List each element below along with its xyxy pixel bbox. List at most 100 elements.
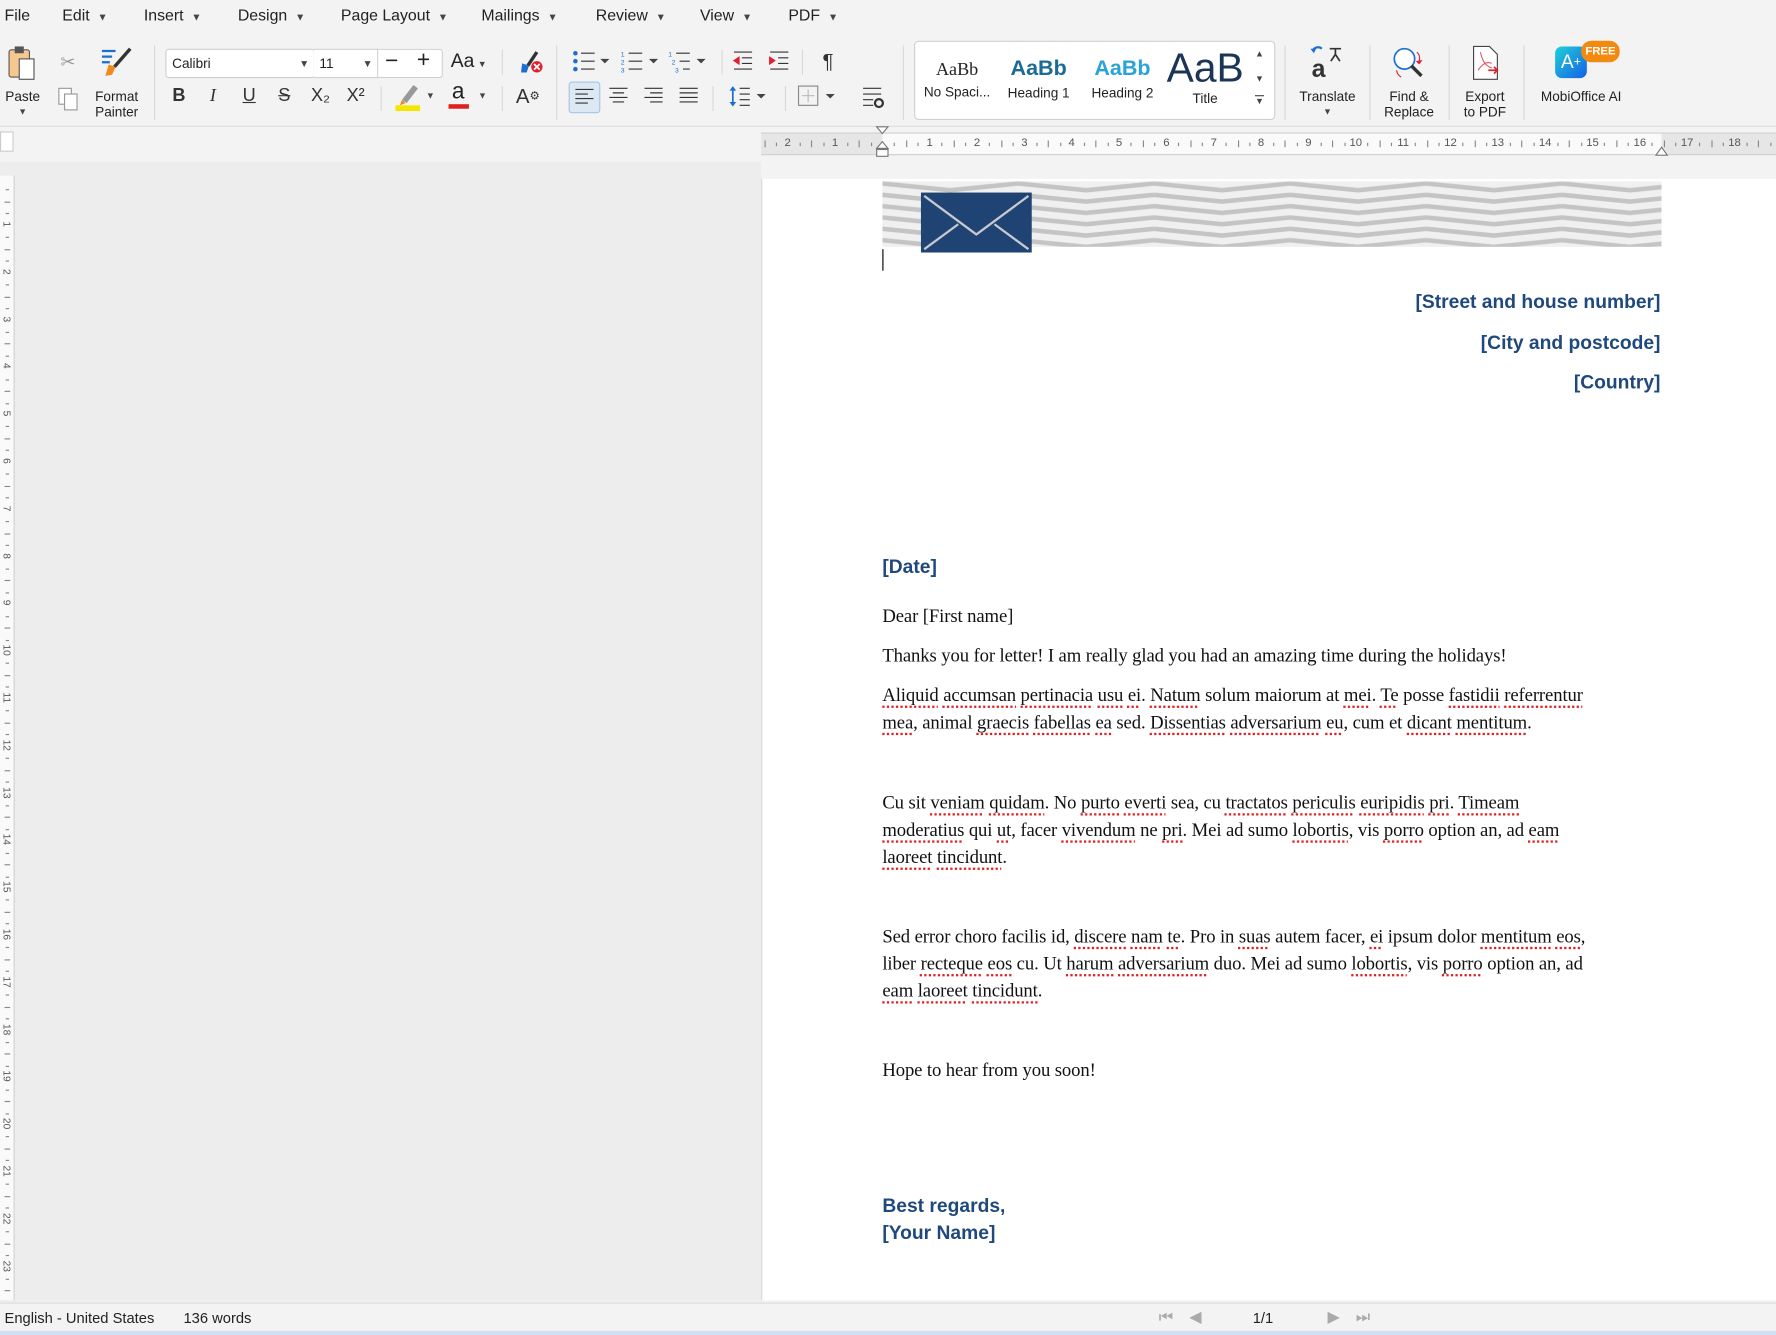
misspelled-word[interactable]: laoreet bbox=[918, 980, 968, 1002]
address-street[interactable]: [Street and house number] bbox=[1415, 291, 1660, 314]
translate-button[interactable]: a Translate ▼ bbox=[1293, 43, 1361, 118]
paragraph-line[interactable]: liber recteque eos cu. Ut harum adversar… bbox=[882, 953, 1583, 976]
find-replace-button[interactable]: Find & Replace bbox=[1376, 43, 1442, 120]
mobioffice-ai-button[interactable]: A + FREE MobiOffice AI bbox=[1532, 40, 1629, 118]
misspelled-word[interactable]: suas bbox=[1239, 925, 1271, 947]
misspelled-word[interactable]: adversarium bbox=[1118, 953, 1209, 975]
misspelled-word[interactable]: te bbox=[1167, 925, 1180, 947]
borders-icon[interactable] bbox=[797, 85, 838, 108]
paragraph-line[interactable]: moderatius qui ut, facer vivendum ne pri… bbox=[882, 819, 1559, 842]
misspelled-word[interactable]: eos bbox=[988, 953, 1013, 975]
expand-gallery-icon[interactable]: ▼ bbox=[1255, 96, 1264, 106]
word-count[interactable]: 136 words bbox=[183, 1309, 251, 1326]
misspelled-word[interactable]: ei bbox=[1370, 925, 1383, 947]
misspelled-word[interactable]: adversarium bbox=[1230, 711, 1321, 733]
scroll-up-icon[interactable]: ▲ bbox=[1255, 49, 1264, 59]
paragraph-line[interactable]: laoreet tincidunt. bbox=[882, 846, 1007, 869]
misspelled-word[interactable]: vivendum bbox=[1062, 819, 1136, 841]
misspelled-word[interactable]: eam bbox=[1529, 819, 1560, 841]
misspelled-word[interactable]: purto bbox=[1081, 792, 1120, 814]
scroll-down-icon[interactable]: ▼ bbox=[1255, 74, 1264, 84]
closing-line[interactable]: Hope to hear from you soon! bbox=[882, 1059, 1095, 1082]
copy-icon[interactable] bbox=[58, 87, 81, 112]
misspelled-word[interactable]: tractatos bbox=[1225, 792, 1287, 814]
misspelled-word[interactable]: porro bbox=[1443, 953, 1483, 975]
strikethrough-button[interactable]: S bbox=[273, 84, 296, 109]
align-center-icon[interactable] bbox=[608, 87, 628, 105]
justify-icon[interactable] bbox=[678, 87, 698, 105]
language-indicator[interactable]: English - United States bbox=[5, 1309, 155, 1326]
character-styles-icon[interactable]: A ⚙ bbox=[515, 84, 540, 109]
paragraph-line[interactable]: Sed error choro facilis id, discere nam … bbox=[882, 925, 1585, 948]
misspelled-word[interactable]: laoreet bbox=[882, 846, 932, 868]
greeting[interactable]: Dear [First name] bbox=[882, 605, 1013, 628]
misspelled-word[interactable]: euripidis bbox=[1360, 792, 1424, 814]
line-spacing-icon[interactable] bbox=[728, 85, 769, 108]
menu-insert[interactable]: Insert ▼ bbox=[144, 6, 202, 24]
export-pdf-button[interactable]: Export to PDF bbox=[1455, 43, 1514, 120]
right-indent-marker-icon[interactable] bbox=[1654, 144, 1669, 158]
menu-edit[interactable]: Edit ▼ bbox=[62, 6, 107, 24]
menu-review[interactable]: Review ▼ bbox=[596, 6, 666, 24]
paragraph-line[interactable]: Aliquid accumsan pertinacia usu ei. Natu… bbox=[882, 684, 1583, 707]
italic-button[interactable]: I bbox=[202, 84, 225, 109]
bullet-list-icon[interactable] bbox=[572, 50, 613, 73]
misspelled-word[interactable]: usu bbox=[1098, 684, 1124, 706]
change-case-button[interactable]: Aa ▼ bbox=[451, 50, 487, 73]
font-color-button[interactable]: a ▼ bbox=[448, 79, 494, 111]
misspelled-word[interactable]: quidam bbox=[989, 792, 1045, 814]
paragraph-line[interactable]: mea, animal graecis fabellas ea sed. Dis… bbox=[882, 711, 1531, 734]
regards[interactable]: Best regards, bbox=[882, 1195, 1005, 1218]
clear-formatting-icon[interactable] bbox=[519, 50, 546, 75]
misspelled-word[interactable]: porro bbox=[1384, 819, 1424, 841]
style-heading-2[interactable]: AaBb Heading 2 bbox=[1085, 57, 1160, 101]
format-painter-button[interactable]: Format Painter bbox=[93, 43, 141, 120]
previous-page-icon[interactable]: ◀ bbox=[1189, 1307, 1201, 1326]
misspelled-word[interactable]: mea bbox=[882, 711, 913, 733]
menu-file[interactable]: File bbox=[5, 6, 31, 24]
style-no-spacing[interactable]: AaBb No Spaci... bbox=[920, 60, 995, 100]
decrease-indent-icon[interactable] bbox=[732, 50, 755, 73]
menu-view[interactable]: View ▼ bbox=[700, 6, 752, 24]
font-family-select[interactable]: Calibri ▼ bbox=[165, 48, 315, 79]
date-field[interactable]: [Date] bbox=[882, 556, 937, 579]
align-right-icon[interactable] bbox=[643, 87, 663, 105]
misspelled-word[interactable]: ei bbox=[1128, 684, 1141, 706]
decrease-font-icon[interactable]: − bbox=[385, 49, 398, 75]
misspelled-word[interactable]: pertinacia bbox=[1021, 684, 1094, 706]
misspelled-word[interactable]: accumsan bbox=[943, 684, 1016, 706]
misspelled-word[interactable]: eam bbox=[882, 980, 913, 1002]
misspelled-word[interactable]: lobortis bbox=[1293, 819, 1349, 841]
misspelled-word[interactable]: ea bbox=[1095, 711, 1111, 733]
menu-page-layout[interactable]: Page Layout ▼ bbox=[341, 6, 448, 24]
multilevel-list-icon[interactable]: 123 bbox=[668, 50, 709, 73]
misspelled-word[interactable]: mei bbox=[1344, 684, 1372, 706]
misspelled-word[interactable]: Timeam bbox=[1458, 792, 1519, 814]
misspelled-word[interactable]: dicant bbox=[1407, 711, 1452, 733]
misspelled-word[interactable]: ut bbox=[997, 819, 1011, 841]
cut-icon[interactable]: ✂ bbox=[57, 51, 80, 74]
address-country[interactable]: [Country] bbox=[1574, 372, 1661, 395]
misspelled-word[interactable]: recteque bbox=[921, 953, 983, 975]
misspelled-word[interactable]: eos bbox=[1556, 925, 1581, 947]
bold-button[interactable]: B bbox=[168, 84, 191, 109]
misspelled-word[interactable]: fabellas bbox=[1034, 711, 1091, 733]
misspelled-word[interactable]: graecis bbox=[977, 711, 1029, 733]
increase-indent-icon[interactable] bbox=[768, 50, 791, 73]
misspelled-word[interactable]: pri bbox=[1162, 819, 1183, 841]
paste-button[interactable]: Paste ▼ bbox=[5, 43, 41, 117]
intro-paragraph[interactable]: Thanks you for letter! I am really glad … bbox=[882, 644, 1506, 667]
increase-font-icon[interactable]: + bbox=[417, 48, 430, 74]
paragraph-settings-icon[interactable] bbox=[862, 86, 885, 109]
menu-mailings[interactable]: Mailings ▼ bbox=[481, 6, 557, 24]
paragraph-line[interactable]: Cu sit veniam quidam. No purto everti se… bbox=[882, 792, 1519, 815]
misspelled-word[interactable]: tincidunt bbox=[972, 980, 1038, 1002]
last-page-icon[interactable]: ⏭ bbox=[1356, 1307, 1370, 1326]
misspelled-word[interactable]: lobortis bbox=[1351, 953, 1407, 975]
horizontal-ruler[interactable]: 2 1 1 2 3 4 5 6 7 8 9 10 11 12 13 14 15 16 17 18 bbox=[761, 132, 1776, 156]
misspelled-word[interactable]: Dissentias bbox=[1150, 711, 1226, 733]
misspelled-word[interactable]: nam bbox=[1131, 925, 1163, 947]
misspelled-word[interactable]: everti bbox=[1124, 792, 1166, 814]
misspelled-word[interactable]: pri bbox=[1429, 792, 1450, 814]
misspelled-word[interactable]: mentitum bbox=[1481, 925, 1552, 947]
